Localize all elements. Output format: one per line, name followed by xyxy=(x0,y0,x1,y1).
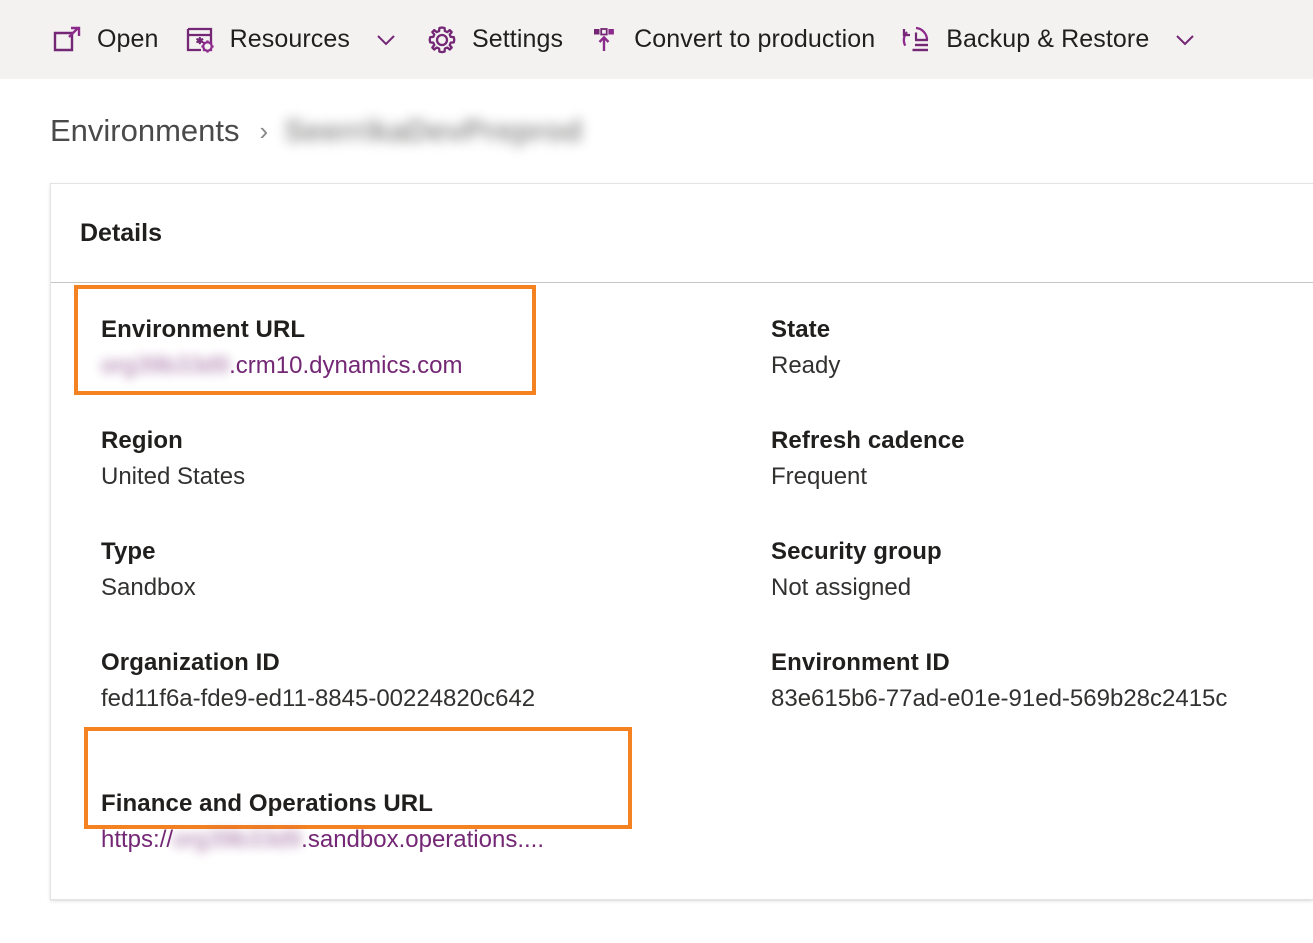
field-label: Type xyxy=(101,538,156,565)
field-environment-url: Environment URL org39b33d9.crm10.dynamic… xyxy=(51,313,721,424)
finance-operations-url-value[interactable]: https://org39b33d9.sandbox.operations...… xyxy=(101,821,1313,859)
field-label: Refresh cadence xyxy=(771,427,965,454)
field-label: Security group xyxy=(771,538,942,565)
resources-icon xyxy=(183,23,217,57)
field-label: Environment URL xyxy=(101,316,306,343)
field-security-group: Security group Not assigned xyxy=(721,535,1313,646)
environment-url-value[interactable]: org39b33d9.crm10.dynamics.com xyxy=(101,347,721,385)
command-backup-restore-label: Backup & Restore xyxy=(946,25,1150,53)
field-label: Region xyxy=(101,427,183,454)
command-convert-to-production-label: Convert to production xyxy=(634,25,876,53)
organization-id-value: fed11f6a-fde9-ed11-8845-00224820c642 xyxy=(101,685,536,712)
status-badge: Ready xyxy=(771,352,841,379)
refresh-cadence-value: Frequent xyxy=(771,463,868,490)
command-backup-restore-button[interactable]: Backup & Restore xyxy=(887,0,1212,79)
breadcrumb-item-current-environment: SeerrikaDevPreprod xyxy=(284,113,583,148)
command-convert-to-production-button[interactable]: Convert to production xyxy=(575,0,887,79)
environment-url-suffix: .crm10.dynamics.com xyxy=(229,352,463,379)
gear-icon xyxy=(425,23,459,57)
convert-production-icon xyxy=(587,23,621,57)
command-open-label: Open xyxy=(97,25,159,53)
field-state: State Ready xyxy=(721,313,1313,424)
field-environment-id: Environment ID 83e615b6-77ad-e01e-91ed-5… xyxy=(721,646,1313,757)
redacted-org-name: org39b33d9 xyxy=(101,352,230,379)
field-region: Region United States xyxy=(51,424,721,535)
type-value: Sandbox xyxy=(101,574,196,601)
region-value: United States xyxy=(101,463,246,490)
details-field-grid: Environment URL org39b33d9.crm10.dynamic… xyxy=(51,313,1313,757)
environment-id-value: 83e615b6-77ad-e01e-91ed-569b28c2415c xyxy=(771,685,1228,712)
details-card-header: Details xyxy=(51,184,1313,283)
command-settings-button[interactable]: Settings xyxy=(413,0,575,79)
command-bar: Open Resources Settings Convert to produ… xyxy=(0,0,1313,79)
security-group-value: Not assigned xyxy=(771,574,912,601)
open-in-new-icon xyxy=(50,23,84,57)
chevron-down-icon[interactable] xyxy=(1170,25,1200,55)
field-label: Organization ID xyxy=(101,649,280,676)
field-label: Environment ID xyxy=(771,649,950,676)
command-open-button[interactable]: Open xyxy=(38,0,171,79)
command-resources-label: Resources xyxy=(229,25,350,53)
breadcrumb-separator-icon: › xyxy=(259,115,269,146)
details-card: Details Environment URL org39b33d9.crm10… xyxy=(50,183,1313,900)
breadcrumb-item-environments[interactable]: Environments xyxy=(50,113,240,149)
fno-url-prefix: https:// xyxy=(101,826,174,853)
field-organization-id: Organization ID fed11f6a-fde9-ed11-8845-… xyxy=(51,646,721,757)
command-resources-button[interactable]: Resources xyxy=(171,0,413,79)
breadcrumb: Environments › SeerrikaDevPreprod xyxy=(0,79,1313,183)
field-label: State xyxy=(771,316,831,343)
field-label: Finance and Operations URL xyxy=(101,790,433,817)
field-finance-operations-url: Finance and Operations URL https://org39… xyxy=(51,757,1313,859)
field-type: Type Sandbox xyxy=(51,535,721,646)
chevron-down-icon[interactable] xyxy=(371,25,401,55)
redacted-org-name: org39b33d9 xyxy=(173,826,302,853)
details-card-body: Environment URL org39b33d9.crm10.dynamic… xyxy=(51,283,1313,859)
fno-url-suffix: .sandbox.operations.... xyxy=(301,826,544,853)
field-refresh-cadence: Refresh cadence Frequent xyxy=(721,424,1313,535)
backup-restore-icon xyxy=(899,23,933,57)
details-title: Details xyxy=(80,218,162,247)
command-settings-label: Settings xyxy=(471,25,564,53)
